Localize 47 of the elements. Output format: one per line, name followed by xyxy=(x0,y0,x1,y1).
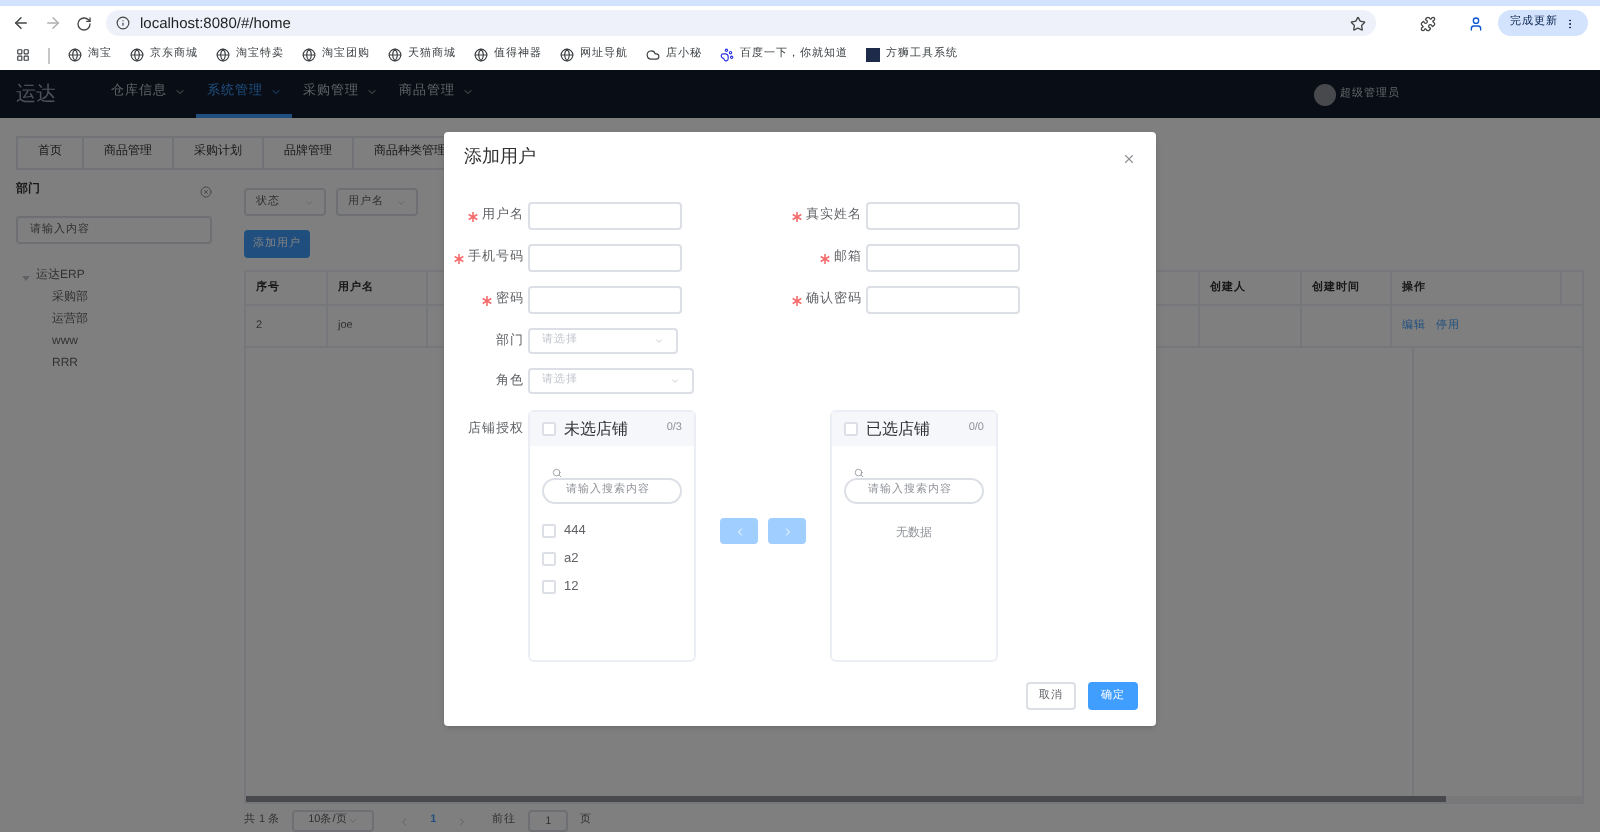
input-field[interactable] xyxy=(866,286,1020,314)
globe-icon xyxy=(474,48,488,62)
checkbox[interactable] xyxy=(542,422,556,436)
input-field[interactable] xyxy=(528,286,682,314)
globe-icon xyxy=(388,48,402,62)
input-field[interactable] xyxy=(866,202,1020,230)
forward-icon[interactable] xyxy=(44,14,62,32)
square-icon xyxy=(866,48,880,62)
chevron-down-icon xyxy=(173,86,185,98)
panel-title: 未选店铺 xyxy=(564,417,628,441)
globe-icon xyxy=(216,48,230,62)
dialog-title: 添加用户 xyxy=(464,144,536,171)
globe-icon xyxy=(68,48,82,62)
search-icon xyxy=(552,468,562,478)
paw-icon xyxy=(720,48,734,62)
panel-title: 已选店铺 xyxy=(866,417,930,441)
chevron-down-icon xyxy=(461,86,473,98)
globe-icon xyxy=(130,48,144,62)
back-icon[interactable] xyxy=(12,14,30,32)
clear-icon[interactable] xyxy=(200,185,212,197)
avatar[interactable] xyxy=(1314,83,1336,105)
chevron-down-icon xyxy=(670,376,680,386)
chevron-right-icon xyxy=(781,525,793,537)
chevron-down-icon xyxy=(365,86,377,98)
chevron-down-icon xyxy=(269,86,281,98)
checkbox[interactable] xyxy=(542,579,556,594)
profile-icon[interactable] xyxy=(1468,15,1484,31)
close-icon[interactable] xyxy=(1122,151,1136,165)
checkbox[interactable] xyxy=(542,524,556,539)
extensions-icon[interactable] xyxy=(1420,15,1436,31)
reload-icon[interactable] xyxy=(76,15,92,31)
apps-icon[interactable] xyxy=(16,48,30,62)
chevron-left-icon xyxy=(733,525,745,537)
globe-icon xyxy=(302,48,316,62)
info-icon[interactable] xyxy=(116,16,130,30)
scrollbar-thumb[interactable] xyxy=(246,796,1446,802)
logo-text: 运达 xyxy=(14,81,58,109)
cloud-icon xyxy=(646,48,660,62)
checkbox[interactable] xyxy=(542,552,556,567)
chevron-down-icon xyxy=(654,336,664,346)
input-field[interactable] xyxy=(528,202,682,230)
input-field[interactable] xyxy=(528,244,682,272)
search-icon xyxy=(854,468,864,478)
star-icon[interactable] xyxy=(1350,15,1366,31)
input-field[interactable] xyxy=(866,244,1020,272)
globe-icon xyxy=(560,48,574,62)
checkbox[interactable] xyxy=(844,422,858,436)
